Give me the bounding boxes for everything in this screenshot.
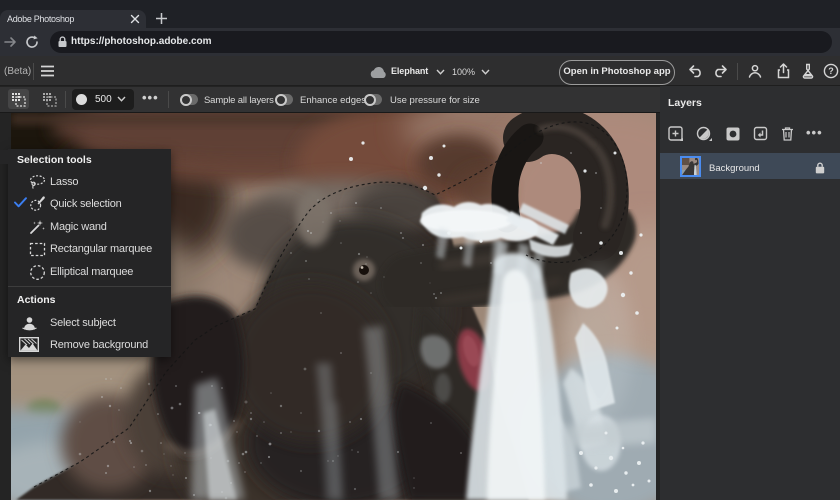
svg-text:?: ? — [828, 66, 834, 76]
